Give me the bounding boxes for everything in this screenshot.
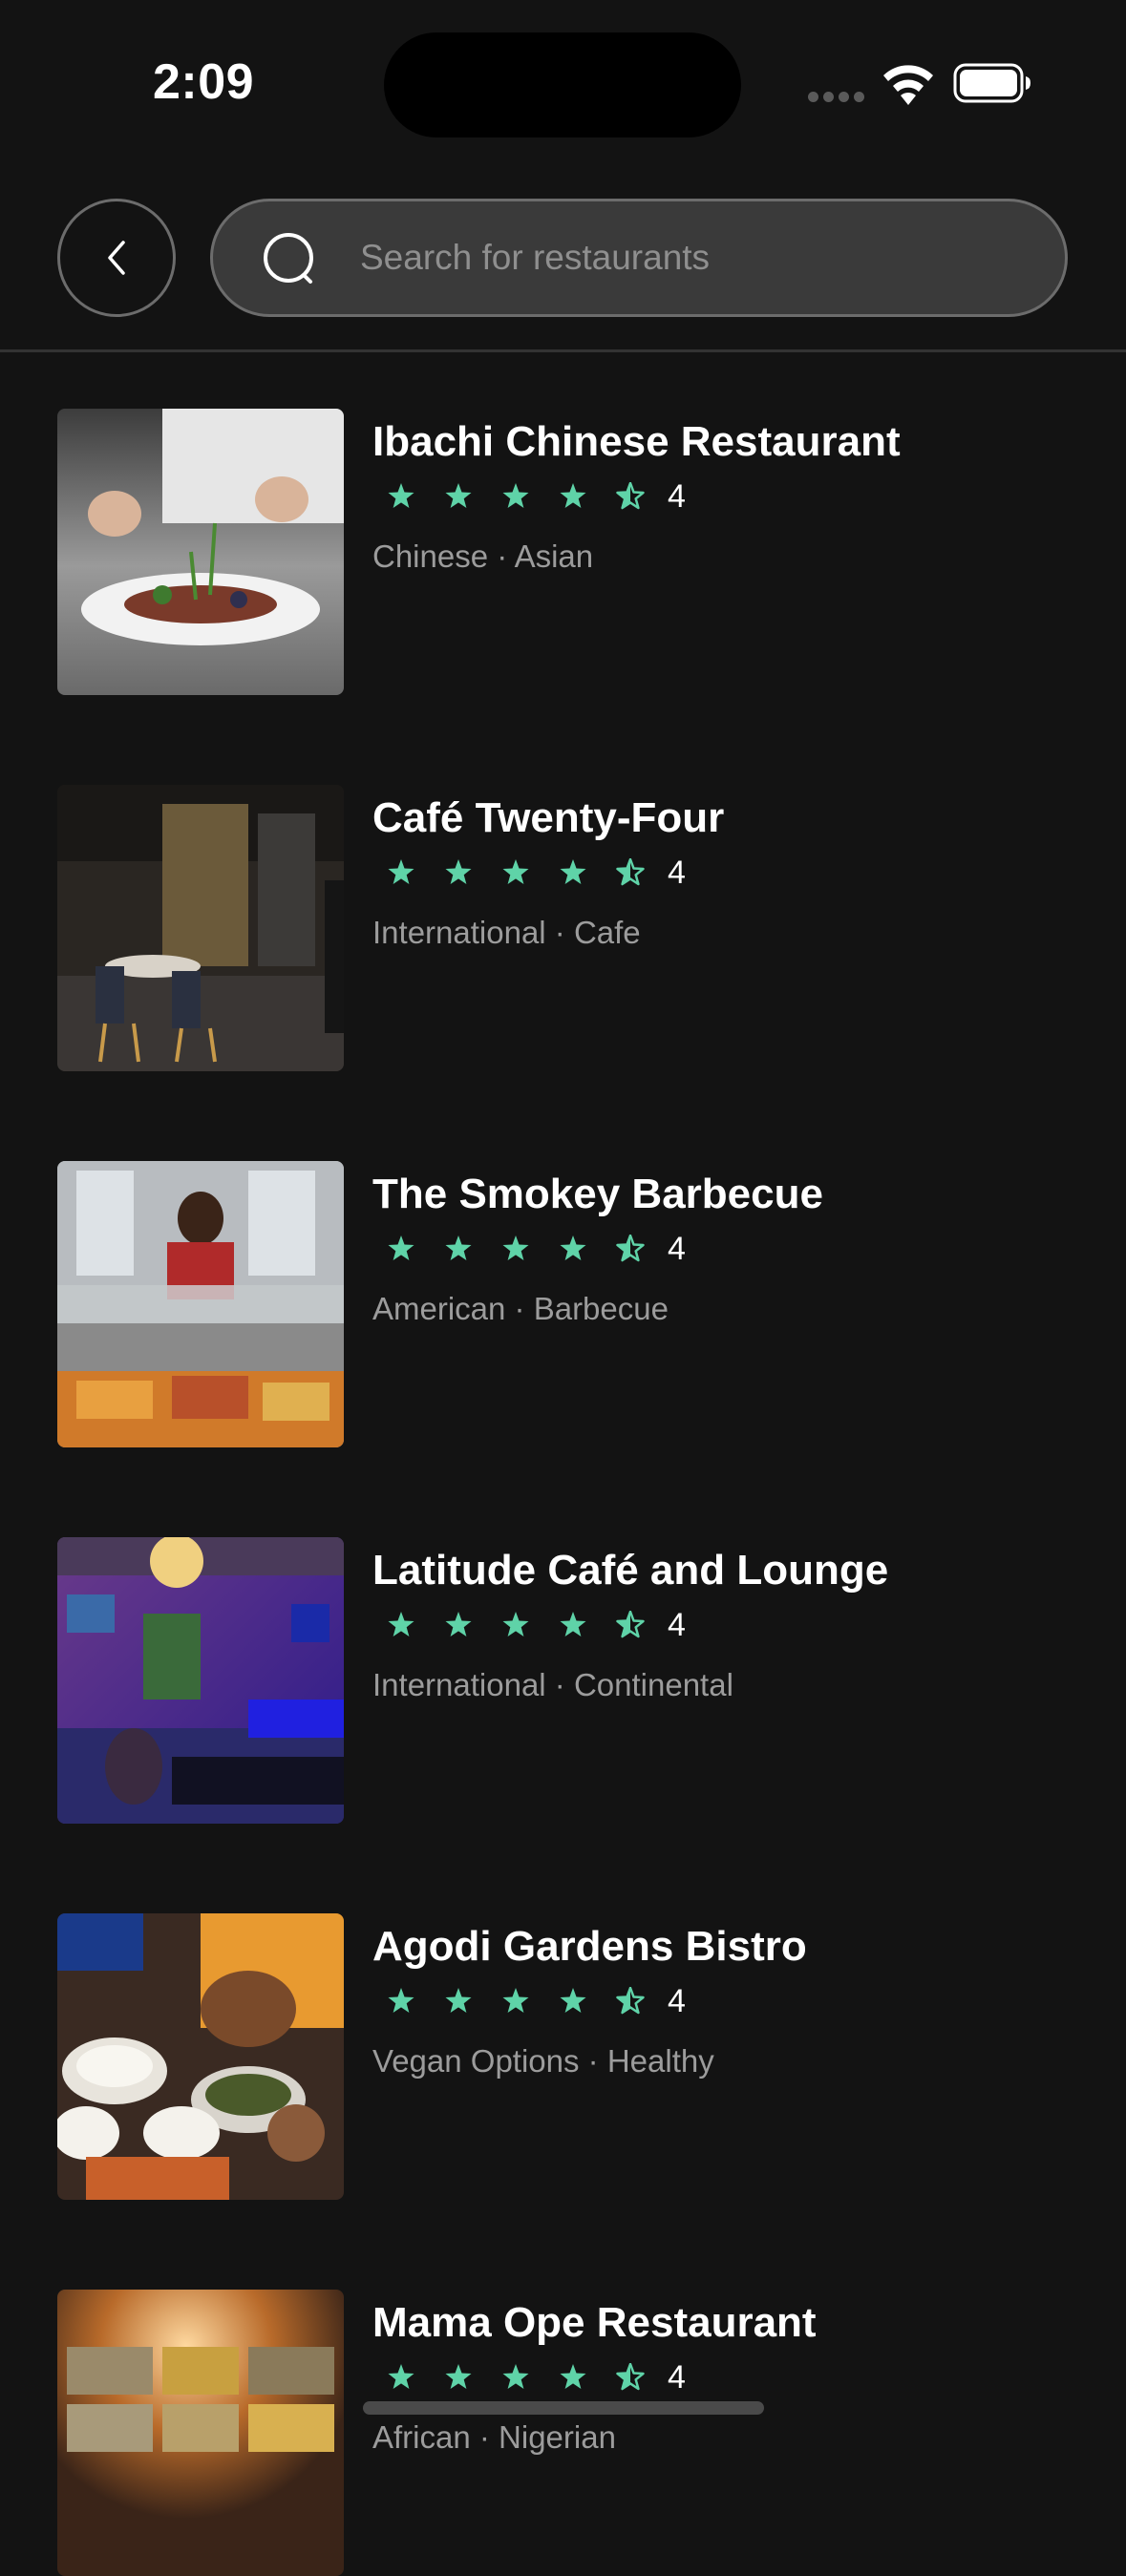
- search-header: [0, 172, 1126, 351]
- restaurant-card[interactable]: Ibachi Chinese Restaurant 4 Chinese · As…: [57, 409, 1070, 695]
- header-divider: [0, 349, 1126, 352]
- rating-value: 4: [668, 478, 686, 515]
- star-filled-icon: [445, 1235, 472, 1260]
- restaurant-card[interactable]: Café Twenty-Four 4 International · Cafe: [57, 785, 1070, 1071]
- restaurant-image: [57, 1161, 344, 1447]
- star-filled-icon: [560, 1235, 586, 1260]
- star-filled-icon: [560, 1988, 586, 2013]
- star-filled-icon: [560, 483, 586, 508]
- rating: 4: [387, 1982, 686, 2020]
- restaurant-cuisine: International · Continental: [372, 1667, 733, 1702]
- rating: 4: [387, 854, 686, 892]
- star-filled-icon: [445, 1988, 472, 2013]
- star-filled-icon: [388, 1988, 414, 2013]
- star-filled-icon: [388, 1612, 414, 1636]
- restaurant-cuisine: Chinese · Asian: [372, 538, 594, 574]
- star-filled-icon: [560, 2364, 586, 2389]
- search-input[interactable]: [360, 201, 1029, 314]
- cellular-signal-icon: [808, 92, 865, 103]
- rating-value: 4: [668, 1983, 686, 2019]
- star-filled-icon: [502, 2364, 529, 2389]
- star-filled-icon: [445, 483, 472, 508]
- chevron-left-icon: [108, 241, 125, 275]
- search-icon: [264, 233, 313, 284]
- status-bar: 2:09: [0, 0, 1126, 172]
- rating: 4: [387, 477, 686, 516]
- restaurant-image: [57, 1913, 344, 2200]
- star-filled-icon: [388, 2364, 414, 2389]
- restaurant-name: The Smokey Barbecue: [372, 1171, 823, 1217]
- restaurant-cuisine: American · Barbecue: [372, 1291, 669, 1326]
- star-filled-icon: [502, 1235, 529, 1260]
- star-filled-icon: [502, 483, 529, 508]
- rating-value: 4: [668, 1231, 686, 1267]
- star-filled-icon: [388, 859, 414, 884]
- battery-icon: [953, 63, 1030, 103]
- star-filled-icon: [502, 859, 529, 884]
- restaurant-image: [57, 1537, 344, 1824]
- restaurant-image: [57, 2290, 344, 2576]
- restaurant-name: Latitude Café and Lounge: [372, 1547, 889, 1594]
- search-bar[interactable]: [210, 199, 1068, 317]
- restaurant-cuisine: Vegan Options · Healthy: [372, 2043, 714, 2079]
- rating: 4: [387, 1606, 686, 1644]
- restaurant-name: Mama Ope Restaurant: [372, 2299, 817, 2346]
- restaurant-cuisine: International · Cafe: [372, 915, 641, 950]
- star-filled-icon: [388, 1235, 414, 1260]
- restaurant-card[interactable]: The Smokey Barbecue 4 American · Barbecu…: [57, 1161, 1070, 1447]
- restaurant-cuisine: African · Nigerian: [372, 2419, 616, 2455]
- star-filled-icon: [560, 859, 586, 884]
- star-filled-icon: [445, 859, 472, 884]
- rating: 4: [387, 1230, 686, 1268]
- star-filled-icon: [502, 1988, 529, 2013]
- back-button[interactable]: [57, 199, 176, 317]
- wifi-icon: [883, 65, 933, 105]
- restaurant-name: Ibachi Chinese Restaurant: [372, 418, 901, 465]
- star-filled-icon: [388, 483, 414, 508]
- star-filled-icon: [445, 2364, 472, 2389]
- rating-value: 4: [668, 855, 686, 891]
- dynamic-island: [384, 32, 741, 137]
- restaurant-card[interactable]: Agodi Gardens Bistro 4 Vegan Options · H…: [57, 1913, 1070, 2200]
- star-filled-icon: [445, 1612, 472, 1636]
- rating: 4: [387, 2358, 686, 2397]
- restaurant-image: [57, 409, 344, 695]
- home-indicator[interactable]: [363, 2401, 764, 2415]
- restaurant-card[interactable]: Latitude Café and Lounge 4 International…: [57, 1537, 1070, 1824]
- star-half-icon: [616, 1987, 645, 2015]
- star-filled-icon: [502, 1612, 529, 1636]
- restaurant-name: Café Twenty-Four: [372, 794, 725, 841]
- restaurant-card[interactable]: Mama Ope Restaurant 4 African · Nigerian: [57, 2290, 1070, 2576]
- star-half-icon: [616, 482, 645, 510]
- restaurant-image: [57, 785, 344, 1071]
- star-half-icon: [616, 1235, 645, 1262]
- restaurant-name: Agodi Gardens Bistro: [372, 1923, 807, 1970]
- star-half-icon: [616, 1611, 645, 1638]
- rating-value: 4: [668, 1607, 686, 1643]
- star-filled-icon: [560, 1612, 586, 1636]
- rating-value: 4: [668, 2359, 686, 2396]
- star-half-icon: [616, 2363, 645, 2391]
- status-time: 2:09: [153, 54, 255, 110]
- star-half-icon: [616, 858, 645, 886]
